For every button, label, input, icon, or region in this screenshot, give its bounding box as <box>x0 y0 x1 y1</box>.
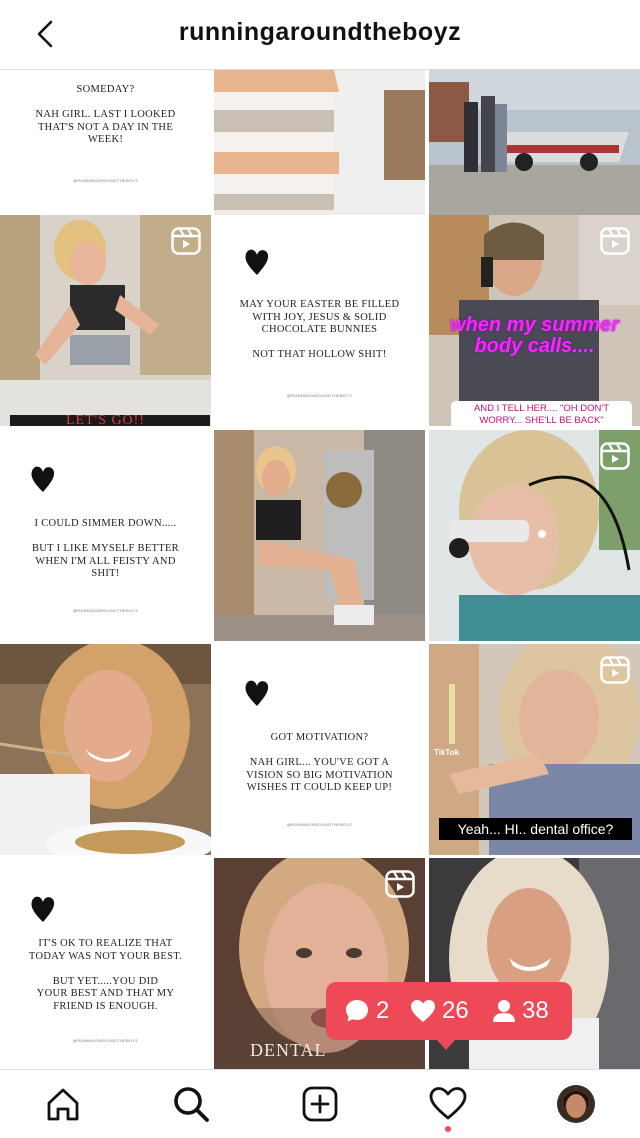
heart-icon <box>411 1000 435 1022</box>
reel-icon <box>385 870 415 898</box>
comments-count-group: 2 <box>344 996 389 1026</box>
comments-count: 2 <box>376 997 390 1024</box>
person-icon <box>493 1000 515 1022</box>
post-reel-summer-body[interactable]: when my summer body calls.... AND I TELL… <box>429 215 640 426</box>
sitting-photo <box>214 430 425 641</box>
post-quote-simmer[interactable]: I COULD SIMMER DOWN..... BUT I LIKE MYSE… <box>0 430 211 641</box>
profile-avatar[interactable] <box>556 1084 596 1124</box>
post-photo-sitting[interactable] <box>214 430 425 641</box>
heart-doodle-icon <box>31 896 55 922</box>
reel-icon <box>600 656 630 684</box>
caption-summer-sub: AND I TELL HER.... "OH DON'T WORRY... SH… <box>451 401 632 426</box>
watermark-handle: @RUNNINGAROUNDTHEBOYZ <box>286 393 353 398</box>
watermark-handle: @RUNNINGAROUNDTHEBOYZ <box>72 608 139 613</box>
post-reel-dental-loupes[interactable] <box>429 430 640 641</box>
likes-count: 26 <box>442 997 469 1024</box>
home-icon[interactable] <box>43 1084 83 1124</box>
reel-icon <box>171 227 201 255</box>
post-reel-dental-office[interactable]: TikTok Yeah... HI.. dental office? <box>429 644 640 855</box>
reel-icon <box>600 227 630 255</box>
activity-heart-icon[interactable] <box>428 1084 468 1124</box>
reel-icon <box>600 442 630 470</box>
posts-grid: SOMEDAY? NAH GIRL. LAST I LOOKED THAT'S … <box>0 70 640 1069</box>
quote-text: MAY YOUR EASTER BE FILLED WITH JOY, JESU… <box>239 299 400 360</box>
watermark-handle: @RUNNINGAROUNDTHEBOYZ <box>72 178 139 183</box>
fork-selfie-photo <box>0 644 211 855</box>
activity-notification-badge[interactable]: 2 26 38 <box>326 982 572 1050</box>
quote-text: I COULD SIMMER DOWN..... BUT I LIKE MYSE… <box>31 518 179 579</box>
heart-doodle-icon <box>31 466 55 492</box>
caption-dental-office: Yeah... HI.. dental office? <box>439 818 632 840</box>
caption-dental: DENTAL <box>250 1040 327 1060</box>
post-quote-best[interactable]: IT'S OK TO REALIZE THAT TODAY WAS NOT YO… <box>0 858 211 1069</box>
follows-count: 38 <box>522 997 549 1024</box>
quote-text: SOMEDAY? NAH GIRL. LAST I LOOKED THAT'S … <box>35 84 176 145</box>
comment-icon <box>346 1000 368 1022</box>
activity-indicator-dot <box>445 1126 451 1132</box>
heart-doodle-icon <box>245 680 269 706</box>
post-reel-workout[interactable]: LET'S GO!! <box>0 215 211 426</box>
tiktok-watermark: TikTok <box>434 748 460 757</box>
bottom-navigation <box>0 1069 640 1138</box>
quote-text: IT'S OK TO REALIZE THAT TODAY WAS NOT YO… <box>28 938 183 1012</box>
heart-doodle-icon <box>245 249 269 275</box>
post-photo-fork[interactable] <box>0 644 211 855</box>
new-post-icon[interactable] <box>300 1084 340 1124</box>
profile-header: runningaroundtheboyz <box>0 0 640 70</box>
watermark-handle: @RUNNINGAROUNDTHEBOYZ <box>286 822 353 827</box>
watermark-handle: @RUNNINGAROUNDTHEBOYZ <box>72 1038 139 1043</box>
likes-count-group: 26 <box>410 996 469 1026</box>
page-title: runningaroundtheboyz <box>178 18 462 46</box>
caption-summer-body: when my summer body calls.... <box>450 314 619 357</box>
quote-text: GOT MOTIVATION? NAH GIRL... YOU'VE GOT A… <box>246 732 393 793</box>
badge-pointer <box>436 1039 456 1050</box>
follows-count-group: 38 <box>492 996 549 1026</box>
search-icon[interactable] <box>171 1084 211 1124</box>
post-quote-easter[interactable]: MAY YOUR EASTER BE FILLED WITH JOY, JESU… <box>214 215 425 426</box>
post-quote-motivation[interactable]: GOT MOTIVATION? NAH GIRL... YOU'VE GOT A… <box>214 644 425 855</box>
caption-lets-go: LET'S GO!! <box>65 413 145 426</box>
